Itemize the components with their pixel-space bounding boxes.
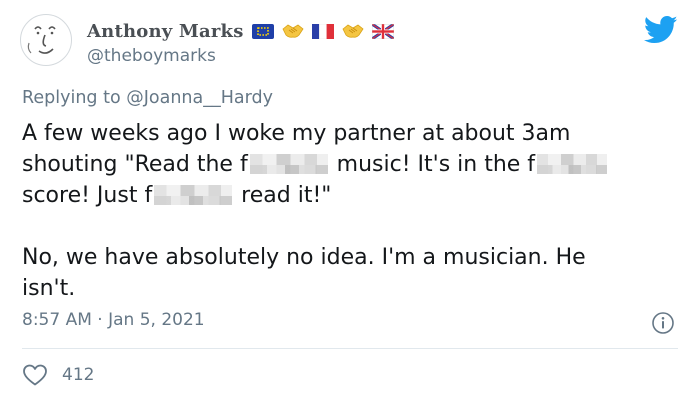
author-handle[interactable]: @theboymarks [87, 46, 216, 66]
tweet-text-segment: shouting "Read the f [22, 152, 248, 177]
france-flag-icon [311, 23, 334, 39]
tweet-line: No, we have absolutely no idea. I'm a mu… [22, 245, 586, 270]
divider [22, 348, 678, 349]
like-button[interactable]: 412 [22, 362, 94, 388]
handshake-icon [342, 22, 364, 40]
tweet-line: A few weeks ago I woke my partner at abo… [22, 121, 571, 146]
tweet-text-segment: score! Just f [22, 183, 153, 208]
censored-word [249, 154, 328, 174]
author-name-row: Anthony Marks [87, 18, 394, 44]
tweet-line: shouting "Read the f music! It's in the … [22, 149, 682, 180]
tweet-line: isn't. [22, 276, 76, 301]
like-count: 412 [62, 365, 95, 385]
tweet-text-segment: read it!" [234, 183, 332, 208]
reply-prefix: Replying to [22, 88, 127, 108]
handshake-icon [282, 22, 304, 40]
tweet-line: score! Just f read it!" [22, 180, 682, 211]
author-display-name[interactable]: Anthony Marks [87, 21, 244, 42]
twitter-bird-icon[interactable] [643, 15, 678, 45]
eu-flag-icon [251, 23, 274, 39]
censored-word [537, 154, 608, 174]
tweet-timestamp[interactable]: 8:57 AM · Jan 5, 2021 [22, 310, 205, 330]
reply-target-link[interactable]: @Joanna__Hardy [126, 88, 273, 108]
avatar[interactable] [20, 14, 72, 66]
tweet-text-segment: music! It's in the f [329, 152, 536, 177]
tweet-text: A few weeks ago I woke my partner at abo… [22, 118, 682, 304]
uk-flag-icon [371, 23, 394, 39]
heart-icon [22, 363, 48, 387]
reply-context: Replying to @Joanna__Hardy [22, 88, 273, 108]
censored-word [154, 185, 233, 205]
tweet-card: Anthony Marks @theboymarks Replying to @… [0, 0, 700, 402]
info-icon[interactable] [651, 311, 675, 335]
